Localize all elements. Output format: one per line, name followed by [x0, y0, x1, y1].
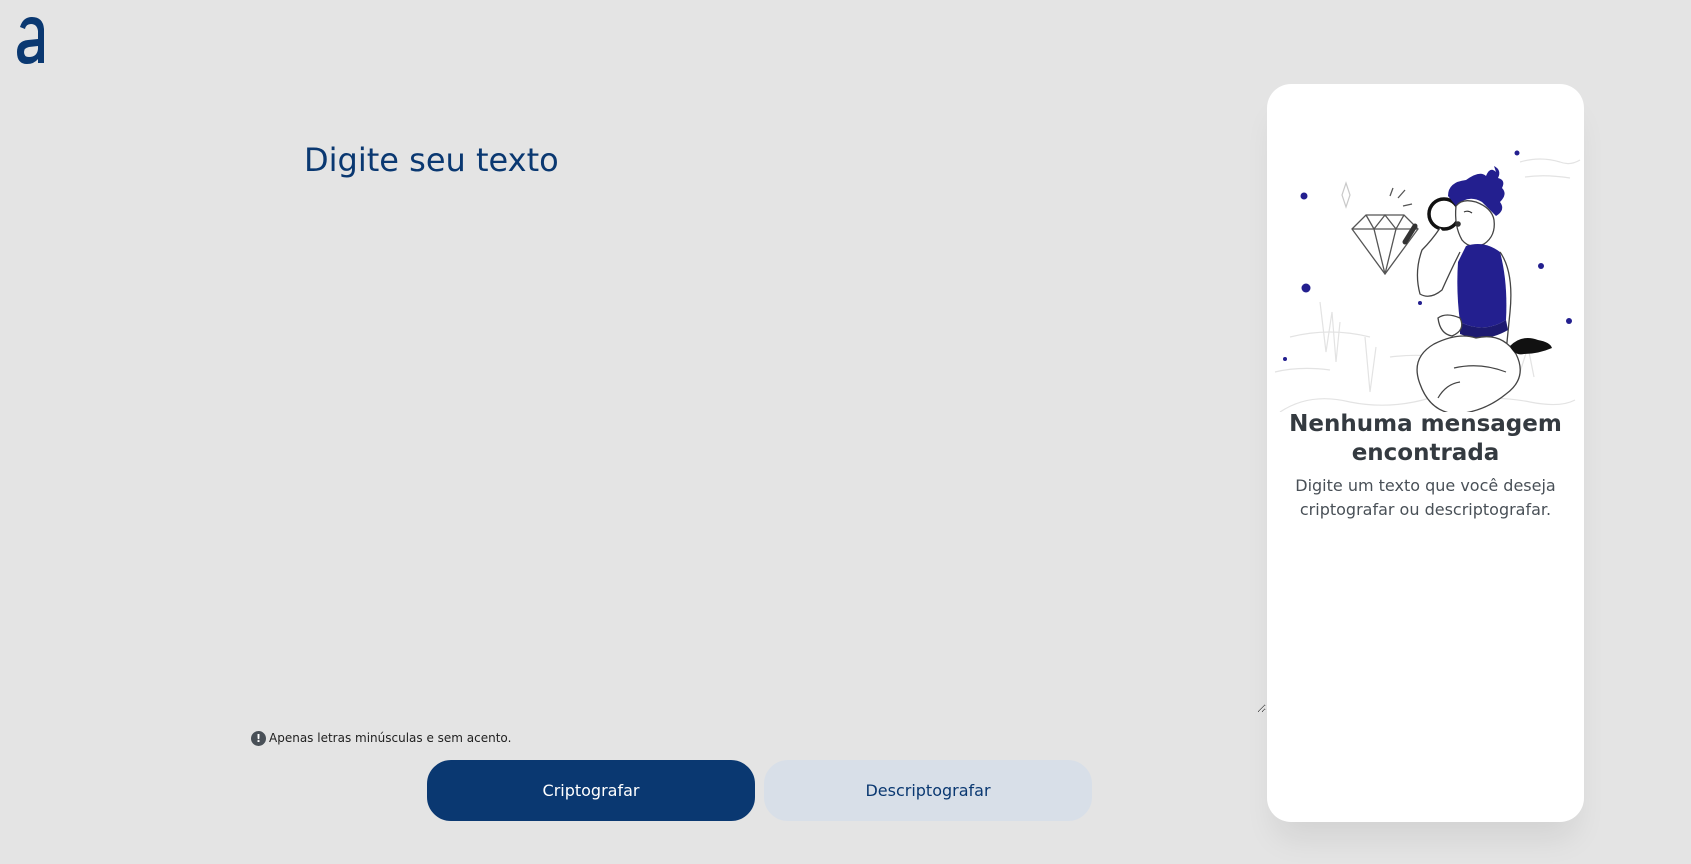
encrypt-button[interactable]: Criptografar [427, 760, 755, 821]
decrypt-button[interactable]: Descriptografar [764, 760, 1092, 821]
exclamation-circle-icon: ! [251, 730, 266, 746]
output-title: Nenhuma mensagem encontrada [1289, 411, 1562, 466]
hint-text: Apenas letras minúsculas e sem acento. [269, 731, 512, 745]
output-description: Digite um texto que você deseja criptogr… [1295, 476, 1556, 519]
message-input[interactable] [252, 135, 1266, 713]
output-panel: Nenhuma mensagem encontrada Digite um te… [1267, 84, 1584, 822]
alura-logo-icon [15, 15, 49, 65]
input-hint: ! Apenas letras minúsculas e sem acento. [251, 728, 511, 748]
person-with-magnifying-glass-illustration [1270, 122, 1581, 415]
